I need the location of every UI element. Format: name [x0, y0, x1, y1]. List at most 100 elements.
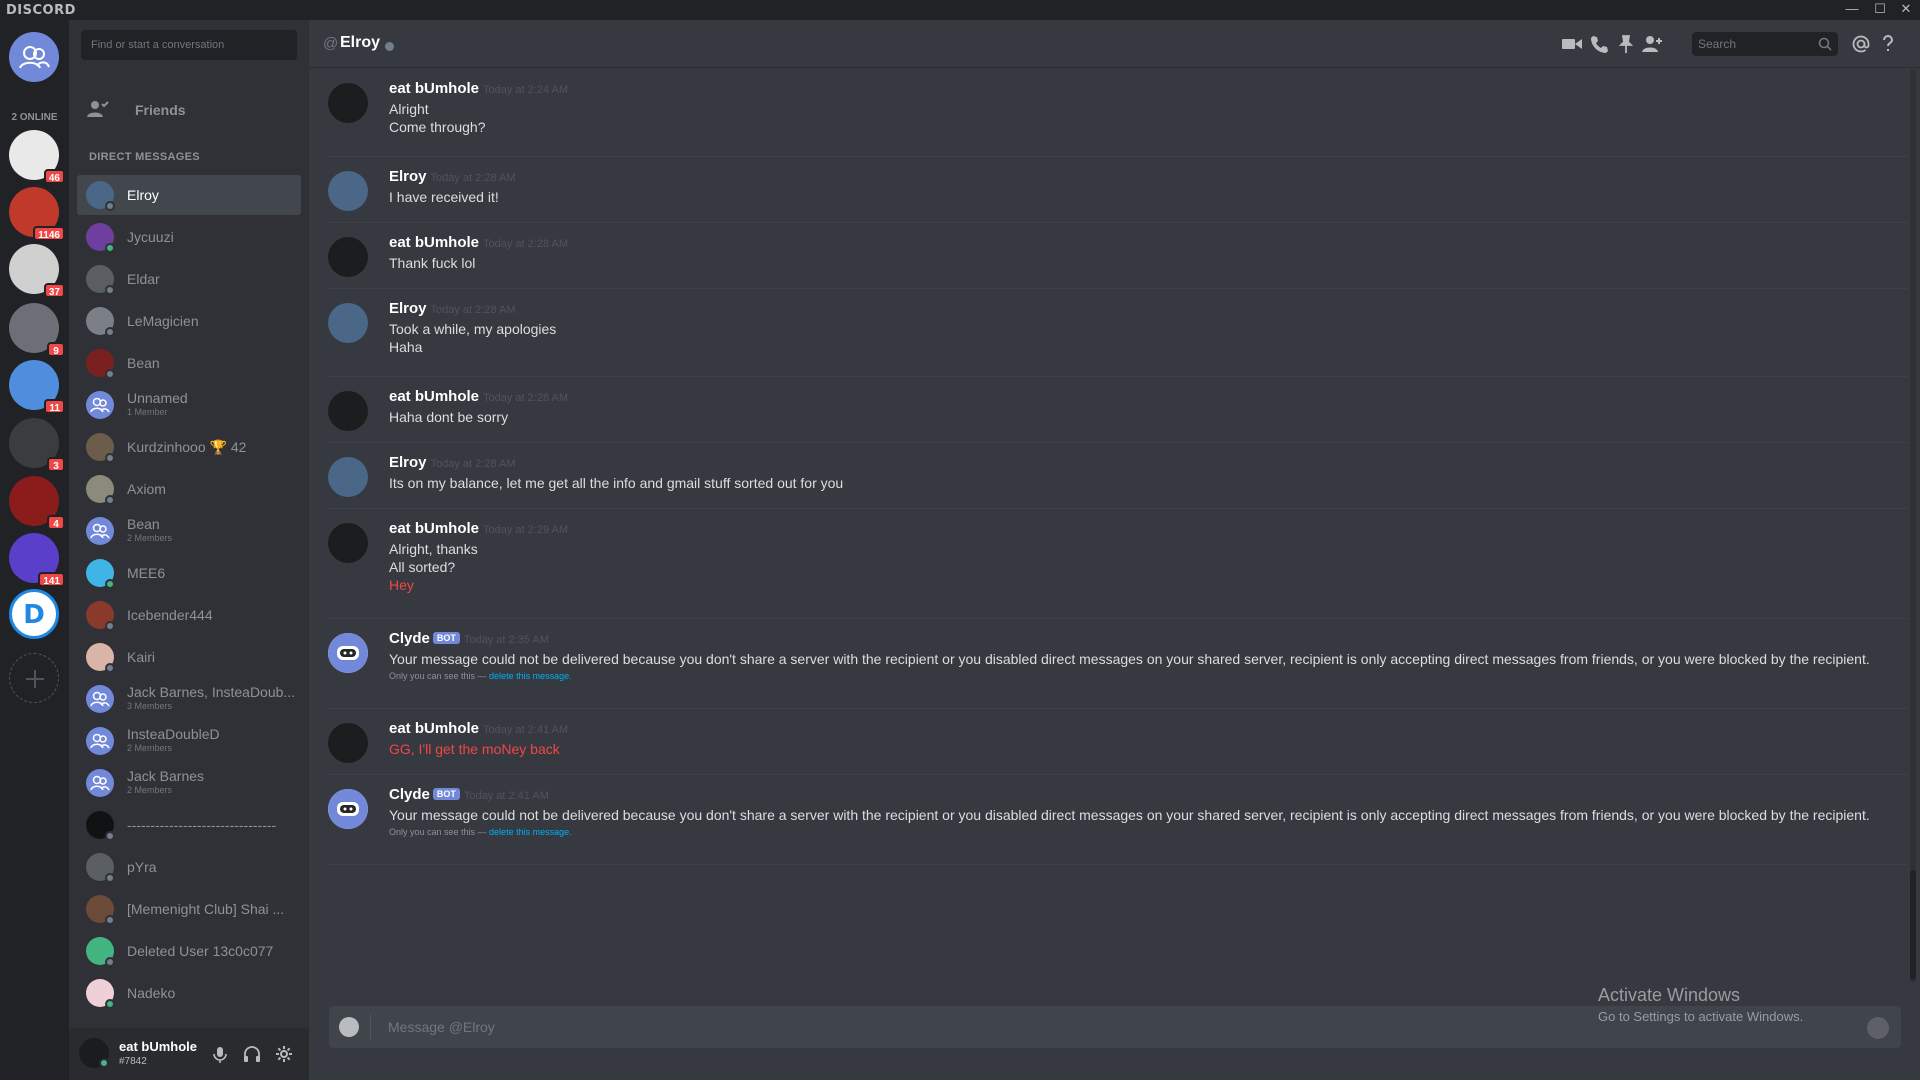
member-count: 2 Members — [127, 743, 173, 753]
friends-nav-item[interactable]: Friends — [77, 90, 301, 130]
dm-item[interactable]: Bean 2 Members — [77, 511, 301, 551]
message-author-row: eat bUmhole Today at 2:29 AM — [389, 520, 568, 537]
message-avatar[interactable] — [328, 391, 368, 431]
message-text: Haha — [389, 339, 423, 355]
ephemeral-note: Only you can see this — delete this mess… — [389, 827, 572, 837]
status-dot — [105, 663, 115, 673]
app-brand: DISCORD — [6, 3, 76, 18]
home-friends-button[interactable] — [9, 32, 59, 82]
message-group: eat bUmhole Today at 2:28 AM Haha dont be … — [328, 377, 1908, 443]
dm-item[interactable]: Elroy — [77, 175, 301, 215]
server-icon[interactable]: 141 — [9, 533, 65, 587]
delete-message-link[interactable]: delete this message. — [489, 671, 572, 681]
message-author[interactable]: Elroy — [389, 300, 427, 317]
message-avatar[interactable] — [328, 523, 368, 563]
dm-item[interactable]: LeMagicien — [77, 301, 301, 341]
dm-item[interactable]: Bean — [77, 343, 301, 383]
ephemeral-note-prefix: Only you can see this — — [389, 827, 490, 837]
server-icon[interactable]: 11 — [9, 360, 65, 414]
headphones-icon[interactable] — [242, 1044, 262, 1064]
dm-item[interactable]: Jycuuzi — [77, 217, 301, 257]
message-text: Your message could not be delivered beca… — [389, 651, 1870, 667]
video-call-icon[interactable] — [1561, 34, 1583, 54]
dm-item[interactable]: Unnamed 1 Member — [77, 385, 301, 425]
upload-plus-icon[interactable] — [339, 1017, 359, 1037]
dm-name: Jack Barnes, InsteaDoub... — [127, 684, 296, 700]
activate-windows-title: Activate Windows — [1598, 985, 1741, 1005]
message-timestamp: Today at 2:29 AM — [483, 524, 569, 536]
message-avatar[interactable] — [328, 789, 368, 829]
message-author[interactable]: Clyde — [389, 630, 430, 647]
group-dm-icon — [86, 517, 114, 545]
maximize-button[interactable]: ☐ — [1866, 0, 1894, 20]
message-author[interactable]: eat bUmhole — [389, 520, 479, 537]
server-icon[interactable]: D — [9, 589, 59, 639]
status-dot — [105, 495, 115, 505]
dm-item[interactable]: Nadeko — [77, 973, 301, 1013]
message-avatar[interactable] — [328, 83, 368, 123]
message-author[interactable]: eat bUmhole — [389, 80, 479, 97]
settings-gear-icon[interactable] — [274, 1044, 294, 1064]
message-text: Its on my balance, let me get all the in… — [389, 475, 844, 491]
close-button[interactable]: ✕ — [1892, 0, 1920, 20]
dm-item[interactable]: [Memenight Club] Shai ... — [77, 889, 301, 929]
message-avatar[interactable] — [328, 457, 368, 497]
server-icon[interactable]: 3 — [9, 418, 65, 472]
dm-item[interactable]: Deleted User 13c0c077 — [77, 931, 301, 971]
dm-item[interactable]: pYra — [77, 847, 301, 887]
dm-item[interactable]: Kurdzinhooo 🏆 42 — [77, 427, 301, 467]
status-dot — [105, 873, 115, 883]
find-conversation-input[interactable]: Find or start a conversation — [81, 30, 297, 60]
status-dot — [105, 831, 115, 841]
dm-item[interactable]: InsteaDoubleD 2 Members — [77, 721, 301, 761]
dm-name: [Memenight Club] Shai ... — [127, 901, 285, 917]
message-timestamp: Today at 2:28 AM — [483, 392, 569, 404]
voice-call-icon[interactable] — [1589, 34, 1611, 54]
search-input[interactable]: Search — [1692, 32, 1838, 56]
dm-name: Eldar — [127, 271, 160, 287]
pinned-messages-icon[interactable] — [1615, 34, 1637, 54]
message-scrollbar-thumb[interactable] — [1910, 870, 1916, 980]
message-avatar[interactable] — [328, 237, 368, 277]
message-avatar[interactable] — [328, 723, 368, 763]
message-author[interactable]: eat bUmhole — [389, 234, 479, 251]
message-author[interactable]: eat bUmhole — [389, 388, 479, 405]
dm-item[interactable]: Kairi — [77, 637, 301, 677]
microphone-icon[interactable] — [210, 1044, 230, 1064]
message-group: Elroy Today at 2:28 AM Its on my balance, … — [328, 443, 1908, 509]
mention-badge: 4 — [47, 515, 65, 530]
dm-item[interactable]: Axiom — [77, 469, 301, 509]
dm-item[interactable]: Jack Barnes, InsteaDoub... 3 Members — [77, 679, 301, 719]
message-input[interactable]: Message @Elroy — [388, 1019, 495, 1035]
plus-icon — [9, 653, 59, 703]
minimize-button[interactable]: — — [1838, 0, 1866, 20]
dm-item[interactable]: Eldar — [77, 259, 301, 299]
server-icon[interactable]: 46 — [9, 130, 65, 184]
server-icon[interactable]: 37 — [9, 244, 65, 298]
message-author[interactable]: eat bUmhole — [389, 720, 479, 737]
server-icon[interactable]: 1146 — [9, 187, 65, 241]
add-server-button[interactable] — [9, 653, 59, 703]
message-author[interactable]: Elroy — [389, 454, 427, 471]
message-author[interactable]: Elroy — [389, 168, 427, 185]
message-author-row: eat bUmhole Today at 2:28 AM — [389, 388, 568, 405]
add-friend-to-dm-icon[interactable] — [1641, 34, 1663, 54]
message-avatar[interactable] — [328, 171, 368, 211]
mentions-at-icon[interactable] — [1850, 34, 1872, 54]
emoji-picker-icon[interactable] — [1867, 1017, 1889, 1039]
dm-item[interactable]: Icebender444 — [77, 595, 301, 635]
server-icon[interactable]: 9 — [9, 303, 65, 357]
mention-badge: 46 — [43, 169, 65, 184]
message-author[interactable]: Clyde — [389, 786, 430, 803]
help-icon[interactable] — [1877, 34, 1899, 54]
delete-message-link[interactable]: delete this message. — [489, 827, 572, 837]
dm-name: Unnamed — [127, 390, 188, 406]
message-scrollbar-track[interactable] — [1910, 69, 1916, 983]
message-avatar[interactable] — [328, 633, 368, 673]
server-icon[interactable]: 4 — [9, 476, 65, 530]
dm-item[interactable]: Jack Barnes 2 Members — [77, 763, 301, 803]
message-author-row: Elroy Today at 2:28 AM — [389, 300, 516, 317]
dm-item[interactable]: -------------------------------- — [77, 805, 301, 845]
dm-item[interactable]: MEE6 — [77, 553, 301, 593]
message-avatar[interactable] — [328, 303, 368, 343]
